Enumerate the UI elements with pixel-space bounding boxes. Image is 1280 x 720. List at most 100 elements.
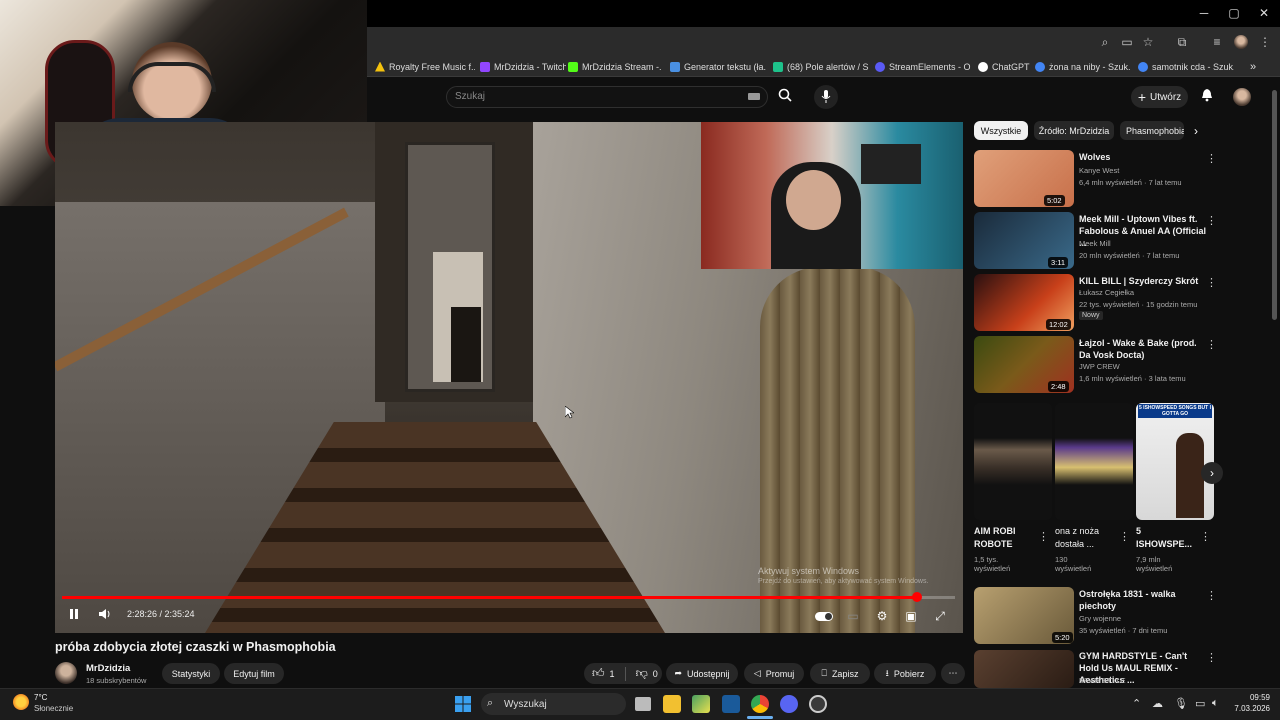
more-icon[interactable]: ⋮ xyxy=(1206,152,1217,165)
related-channel[interactable]: BRAH STYLE xyxy=(1079,676,1126,685)
voice-search-button[interactable] xyxy=(814,85,838,109)
speaker-icon[interactable]: 🔈︎ xyxy=(1212,697,1219,710)
subtitles-icon[interactable]: ▭ xyxy=(845,607,861,625)
short-title[interactable]: AIM ROBI ROBOTE xyxy=(974,525,1034,551)
bookmark-item[interactable]: StreamElements - O... xyxy=(875,57,971,76)
duration-badge: 3:11 xyxy=(1048,257,1069,268)
bookmark-item[interactable]: MrDzidzia - Twitch xyxy=(480,57,566,76)
close-icon[interactable]: ✕ xyxy=(1253,4,1275,22)
more-icon[interactable]: ⋮ xyxy=(1206,276,1217,289)
more-icon[interactable]: ⋮ xyxy=(1206,589,1217,602)
app-icon[interactable] xyxy=(809,695,827,713)
autoplay-toggle[interactable] xyxy=(815,607,835,625)
notifications-button[interactable] xyxy=(1198,88,1216,106)
taskbar-search[interactable]: Wyszukaj xyxy=(481,693,626,715)
sun-icon[interactable] xyxy=(13,694,29,710)
chip-source[interactable]: Źródło: MrDzidzia xyxy=(1034,121,1114,140)
chevron-right-icon[interactable]: › xyxy=(1194,124,1206,138)
microphone-tray-icon[interactable]: 🎙︎ xyxy=(1174,697,1188,710)
short-thumbnail[interactable] xyxy=(1055,403,1133,520)
chip-phasmophobia[interactable]: Phasmophobia xyxy=(1120,121,1184,140)
related-title[interactable]: Ostrołęka 1831 - walka piechoty xyxy=(1079,588,1207,612)
profile-avatar[interactable] xyxy=(1234,35,1248,49)
share-button[interactable]: ➦ Udostępnij xyxy=(666,663,738,684)
save-button[interactable]: ⎕ Zapisz xyxy=(810,663,870,684)
search-input[interactable] xyxy=(446,86,768,108)
volume-button[interactable] xyxy=(96,607,114,625)
page-scrollbar[interactable] xyxy=(1272,90,1277,320)
start-button[interactable] xyxy=(455,696,471,712)
short-title[interactable]: 5 ISHOWSPE... xyxy=(1136,525,1196,551)
account-avatar[interactable] xyxy=(1233,88,1251,106)
short-thumbnail[interactable]: 5 ISHOWSPEED SONGS BUT I GOTTA GO xyxy=(1136,403,1214,520)
theater-mode-icon[interactable]: ▣ xyxy=(902,607,920,625)
chevron-up-icon[interactable]: ⌃ xyxy=(1132,697,1141,710)
fullscreen-icon[interactable]: ⤢ xyxy=(931,607,949,625)
more-icon[interactable]: ⋮ xyxy=(1119,530,1130,543)
progress-scrubber[interactable] xyxy=(912,592,922,602)
short-title[interactable]: ona z noża dostała ... xyxy=(1055,525,1119,551)
star-icon[interactable]: ☆ xyxy=(1140,34,1156,50)
statistics-button[interactable]: Statystyki xyxy=(162,663,220,684)
more-icon[interactable]: ⋮ xyxy=(1038,530,1049,543)
maximize-icon[interactable]: ▢ xyxy=(1223,4,1245,22)
related-title[interactable]: KILL BILL | Szyderczy Skrót xyxy=(1079,275,1207,287)
weather-temp[interactable]: 7°C xyxy=(34,693,47,702)
cloud-icon[interactable]: ☁ xyxy=(1152,697,1163,710)
channel-avatar[interactable] xyxy=(55,662,77,684)
create-button[interactable]: + Utwórz xyxy=(1131,86,1188,108)
zoom-icon[interactable]: ⌕ xyxy=(1097,34,1113,50)
channel-name[interactable]: MrDzidzia xyxy=(86,663,130,674)
related-channel[interactable]: JWP CREW xyxy=(1079,362,1120,371)
short-thumbnail[interactable] xyxy=(974,403,1052,520)
search-icon xyxy=(778,88,792,102)
network-icon[interactable]: ▭ xyxy=(1195,697,1205,710)
related-title[interactable]: Wolves xyxy=(1079,151,1207,163)
search-button[interactable] xyxy=(770,85,800,109)
settings-gear-icon[interactable]: ⚙ xyxy=(873,607,891,625)
edit-video-button[interactable]: Edytuj film xyxy=(224,663,284,684)
discord-icon[interactable] xyxy=(780,695,798,713)
chrome-icon[interactable] xyxy=(751,695,769,713)
more-icon[interactable]: ⋮ xyxy=(1200,530,1211,543)
bookmark-item[interactable]: ChatGPT xyxy=(978,57,1030,76)
related-channel[interactable]: Kanye West xyxy=(1079,166,1119,175)
related-title[interactable]: Łajzol - Wake & Bake (prod. Da Vosk Doct… xyxy=(1079,337,1207,361)
related-channel[interactable]: Łukasz Cegiełka xyxy=(1079,288,1134,297)
bookmark-item[interactable]: żona na niby - Szuk... xyxy=(1035,57,1131,76)
pause-button[interactable] xyxy=(66,607,82,625)
bookmark-item[interactable]: samotnik cda - Szuk... xyxy=(1138,57,1234,76)
media-icon[interactable]: ≡ xyxy=(1209,34,1225,50)
related-channel[interactable]: Gry wojenne xyxy=(1079,614,1121,623)
task-view-icon[interactable] xyxy=(635,697,651,711)
photos-app-icon[interactable] xyxy=(692,695,710,713)
menu-icon[interactable]: ⋮ xyxy=(1257,34,1273,50)
promote-button[interactable]: ◁ Promuj xyxy=(744,663,804,684)
bookmark-item[interactable]: (68) Pole alertów / S... xyxy=(773,57,869,76)
bookmark-item[interactable]: MrDzidzia Stream -... xyxy=(568,57,662,76)
file-explorer-icon[interactable] xyxy=(663,695,681,713)
cast-icon[interactable]: ▭ xyxy=(1119,34,1135,50)
more-actions-button[interactable]: ⋯ xyxy=(941,663,965,684)
bookmark-item[interactable]: Generator tekstu (ła... xyxy=(670,57,766,76)
clock-date[interactable]: 7.03.2026 xyxy=(1228,704,1270,713)
video-thumbnail[interactable] xyxy=(974,650,1074,688)
minimize-icon[interactable]: ─ xyxy=(1193,4,1215,22)
extensions-icon[interactable]: ⧉ xyxy=(1174,34,1190,50)
chip-all[interactable]: Wszystkie xyxy=(974,121,1028,140)
editor-app-icon[interactable] xyxy=(722,695,740,713)
bookmarks-overflow-icon[interactable]: » xyxy=(1250,57,1262,76)
like-button[interactable]: 👍︎ 1 xyxy=(592,666,615,681)
keyboard-icon[interactable] xyxy=(748,93,760,100)
more-icon[interactable]: ⋮ xyxy=(1206,651,1217,664)
related-channel[interactable]: Meek Mill xyxy=(1079,239,1111,248)
more-icon[interactable]: ⋮ xyxy=(1206,338,1217,351)
video-player[interactable] xyxy=(55,122,963,633)
dislike-button[interactable]: 👎︎ 0 xyxy=(636,666,658,681)
bookmark-item[interactable]: Royalty Free Music f... xyxy=(375,57,475,76)
more-icon[interactable]: ⋮ xyxy=(1206,214,1217,227)
download-button[interactable]: ⭳ Pobierz xyxy=(874,663,936,684)
short-meta: 1,5 tys. wyświetleń xyxy=(974,555,1011,573)
clock-time[interactable]: 09:59 xyxy=(1244,693,1270,702)
shorts-next-button[interactable]: › xyxy=(1201,462,1223,484)
